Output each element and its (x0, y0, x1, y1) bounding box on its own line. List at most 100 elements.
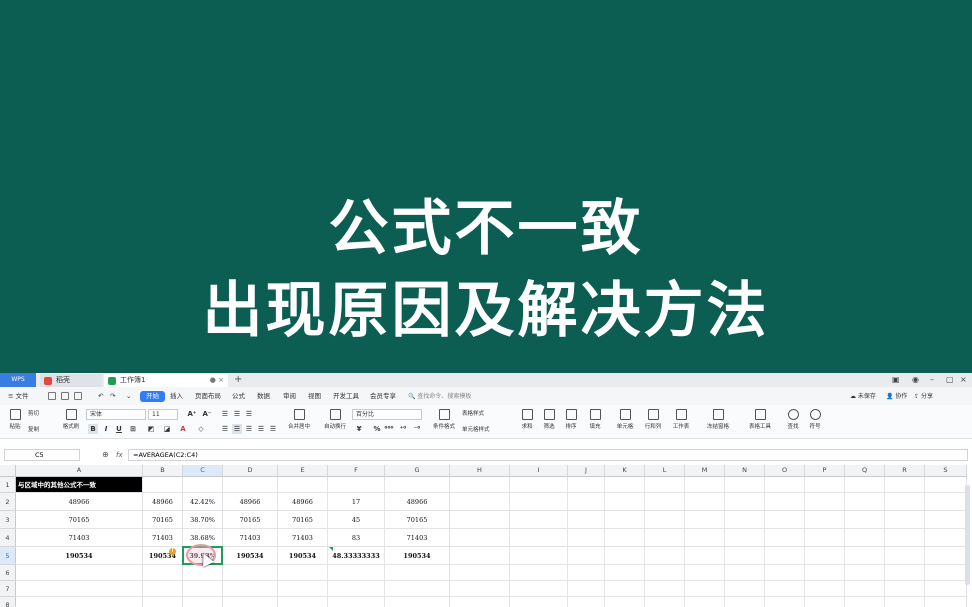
align-left-icon[interactable]: ☰ (220, 424, 230, 434)
undo-icon[interactable]: ↶ (98, 391, 103, 402)
cell-p8[interactable] (805, 597, 845, 607)
cell-h4[interactable] (450, 529, 510, 547)
cell-d6[interactable] (223, 565, 278, 581)
cell-k4[interactable] (605, 529, 645, 547)
cell-i2[interactable] (510, 493, 568, 511)
table-style-button[interactable]: 表格样式 (462, 409, 484, 417)
cell-o6[interactable] (765, 565, 805, 581)
column-header-b[interactable]: B (143, 465, 183, 477)
cell-l8[interactable] (645, 597, 685, 607)
menu-insert[interactable]: 插入 (170, 391, 183, 402)
column-header-g[interactable]: G (385, 465, 450, 477)
cell-i5[interactable] (510, 547, 568, 565)
cell-g5[interactable]: 190534 (385, 547, 450, 565)
row-header-8[interactable]: 8 (0, 597, 16, 607)
cell-a7[interactable] (16, 581, 143, 597)
number-format-select[interactable]: 百分比 (352, 409, 422, 420)
cut-button[interactable]: 剪切 (28, 409, 39, 417)
print-icon[interactable] (74, 392, 82, 400)
cell-j4[interactable] (568, 529, 605, 547)
cell-p1[interactable] (805, 477, 845, 493)
cell-s2[interactable] (925, 493, 967, 511)
cell-j5[interactable] (568, 547, 605, 565)
cell-n1[interactable] (725, 477, 765, 493)
cell-s6[interactable] (925, 565, 967, 581)
cell-f3[interactable]: 45 (328, 511, 385, 529)
merge-center-button[interactable]: 合并居中 (284, 409, 314, 430)
cell-i3[interactable] (510, 511, 568, 529)
menu-file[interactable]: ≡ 文件 (8, 391, 29, 402)
cell-b4[interactable]: 71403 (143, 529, 183, 547)
cell-r2[interactable] (885, 493, 925, 511)
highlight-icon[interactable]: ◪ (162, 424, 172, 434)
menu-data[interactable]: 数据 (257, 391, 270, 402)
cell-a3[interactable]: 70165 (16, 511, 143, 529)
underline-button[interactable]: U (114, 424, 124, 434)
menu-review[interactable]: 审阅 (283, 391, 296, 402)
menu-developer[interactable]: 开发工具 (333, 391, 359, 402)
column-header-d[interactable]: D (223, 465, 278, 477)
find-button[interactable]: 查找 (784, 409, 802, 430)
column-header-k[interactable]: K (605, 465, 645, 477)
currency-icon[interactable]: ¥ (354, 424, 364, 434)
cell-r3[interactable] (885, 511, 925, 529)
align-top-icon[interactable]: ☰ (220, 409, 230, 419)
unsaved-status[interactable]: ☁ 未保存 (850, 391, 876, 402)
vertical-scrollbar[interactable] (965, 485, 970, 585)
cell-a1[interactable]: 与区域中的其他公式不一致 (16, 477, 143, 493)
cell-s3[interactable] (925, 511, 967, 529)
cell-g7[interactable] (385, 581, 450, 597)
cell-g1[interactable] (385, 477, 450, 493)
cell-q7[interactable] (845, 581, 885, 597)
cell-h7[interactable] (450, 581, 510, 597)
cell-n6[interactable] (725, 565, 765, 581)
cell-h8[interactable] (450, 597, 510, 607)
column-header-n[interactable]: N (725, 465, 765, 477)
cell-o5[interactable] (765, 547, 805, 565)
row-header-5[interactable]: 5 (0, 547, 16, 565)
bold-button[interactable]: B (88, 424, 98, 434)
column-header-s[interactable]: S (925, 465, 967, 477)
conditional-format-button[interactable]: 条件格式 (430, 409, 458, 430)
cell-p5[interactable] (805, 547, 845, 565)
cell-e3[interactable]: 70165 (278, 511, 328, 529)
redo-icon[interactable]: ↷ (110, 391, 115, 402)
column-header-o[interactable]: O (765, 465, 805, 477)
cell-b8[interactable] (143, 597, 183, 607)
column-header-h[interactable]: H (450, 465, 510, 477)
warning-icon[interactable]: ! (169, 548, 176, 555)
cell-d4[interactable]: 71403 (223, 529, 278, 547)
cell-p2[interactable] (805, 493, 845, 511)
cell-b6[interactable] (143, 565, 183, 581)
clear-format-icon[interactable]: ◇ (196, 424, 206, 434)
rows-cols-button[interactable]: 行和列 (642, 409, 664, 430)
cell-k8[interactable] (605, 597, 645, 607)
worksheet-button[interactable]: 工作表 (670, 409, 692, 430)
cell-h6[interactable] (450, 565, 510, 581)
cell-a6[interactable] (16, 565, 143, 581)
column-header-j[interactable]: J (568, 465, 605, 477)
share-button[interactable]: ⇪ 分享 (914, 391, 933, 402)
cell-r8[interactable] (885, 597, 925, 607)
cell-r4[interactable] (885, 529, 925, 547)
cells-button[interactable]: 单元格 (614, 409, 636, 430)
tab-docer[interactable]: 稻壳 (40, 374, 102, 387)
cell-f6[interactable] (328, 565, 385, 581)
save-icon[interactable] (48, 392, 56, 400)
cell-i6[interactable] (510, 565, 568, 581)
cell-p3[interactable] (805, 511, 845, 529)
cell-i7[interactable] (510, 581, 568, 597)
cell-a8[interactable] (16, 597, 143, 607)
cell-r6[interactable] (885, 565, 925, 581)
column-header-l[interactable]: L (645, 465, 685, 477)
cell-m1[interactable] (685, 477, 725, 493)
align-bottom-icon[interactable]: ☰ (244, 409, 254, 419)
cell-q6[interactable] (845, 565, 885, 581)
cell-g2[interactable]: 48966 (385, 493, 450, 511)
cell-e2[interactable]: 48966 (278, 493, 328, 511)
cell-e1[interactable] (278, 477, 328, 493)
cell-m4[interactable] (685, 529, 725, 547)
row-header-4[interactable]: 4 (0, 529, 16, 547)
cell-m6[interactable] (685, 565, 725, 581)
cell-j6[interactable] (568, 565, 605, 581)
